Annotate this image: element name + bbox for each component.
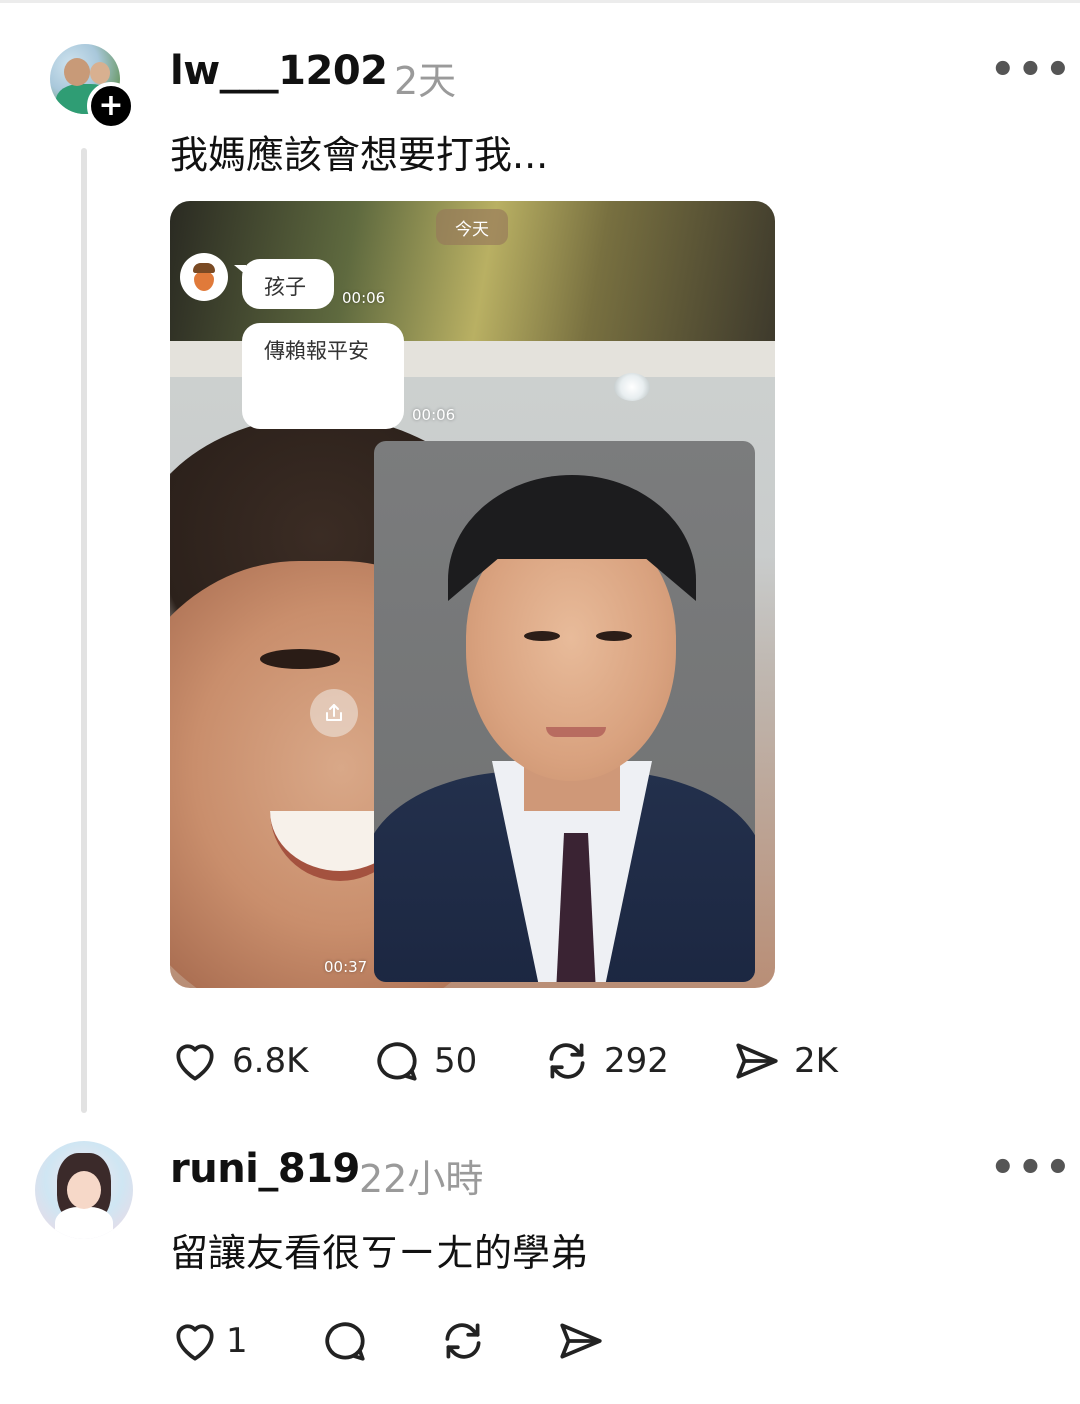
repost-icon bbox=[549, 1043, 585, 1079]
comment-count: 50 bbox=[434, 1041, 478, 1081]
post-media-image[interactable]: 今天 孩子 00:06 傳賴報平安 00:06 00:37 bbox=[170, 201, 775, 988]
post-text: 我媽應該會想要打我... bbox=[170, 133, 549, 177]
post-more-icon[interactable]: ••• bbox=[990, 50, 1073, 90]
comment-icon bbox=[377, 1042, 417, 1081]
like-count: 6.8K bbox=[232, 1041, 309, 1081]
chat-bubble-2-time: 00:06 bbox=[412, 406, 456, 424]
post-time: 2天 bbox=[394, 59, 457, 103]
ceiling-light bbox=[614, 373, 650, 401]
reply-send-button[interactable] bbox=[556, 1316, 606, 1366]
reply-username[interactable]: runi_819 bbox=[170, 1146, 360, 1192]
heart-icon bbox=[176, 1324, 214, 1361]
send-icon bbox=[736, 1043, 778, 1079]
comment-icon bbox=[325, 1322, 365, 1361]
comment-button[interactable]: 50 bbox=[372, 1036, 477, 1086]
chat-bubble-1: 孩子 bbox=[234, 259, 334, 309]
chat-bubble-1-time: 00:06 bbox=[342, 289, 386, 307]
share-count: 2K bbox=[794, 1041, 838, 1081]
repost-count: 292 bbox=[604, 1041, 669, 1081]
like-button[interactable]: 6.8K bbox=[170, 1036, 308, 1086]
reply-text: 留讓友看很ㄎㄧㄤ的學弟 bbox=[170, 1231, 589, 1275]
repost-button[interactable]: 292 bbox=[542, 1036, 669, 1086]
reply-time: 22小時 bbox=[359, 1157, 484, 1201]
post-username[interactable]: lw___1202 bbox=[170, 48, 388, 94]
follow-plus-icon[interactable]: + bbox=[87, 82, 135, 130]
reply-repost-button[interactable] bbox=[438, 1316, 488, 1366]
reply-more-icon[interactable]: ••• bbox=[990, 1148, 1073, 1188]
reply-like-button[interactable]: 1 bbox=[170, 1316, 248, 1366]
top-divider bbox=[0, 0, 1080, 3]
acorn-avatar-icon bbox=[180, 253, 228, 301]
reply-author-avatar[interactable] bbox=[35, 1141, 133, 1239]
share-upload-icon[interactable] bbox=[310, 689, 358, 737]
video-timestamp: 00:37 bbox=[324, 958, 368, 976]
chat-date-pill: 今天 bbox=[436, 209, 508, 245]
repost-icon bbox=[445, 1323, 481, 1359]
send-button[interactable]: 2K bbox=[732, 1036, 838, 1086]
reply-like-count: 1 bbox=[226, 1321, 248, 1361]
send-icon bbox=[560, 1323, 602, 1359]
reply-comment-button[interactable] bbox=[320, 1316, 370, 1366]
thread-line bbox=[81, 148, 87, 1113]
pip-portrait[interactable] bbox=[374, 441, 755, 982]
heart-icon bbox=[176, 1044, 214, 1081]
chat-bubble-2: 傳賴報平安 bbox=[242, 323, 404, 429]
